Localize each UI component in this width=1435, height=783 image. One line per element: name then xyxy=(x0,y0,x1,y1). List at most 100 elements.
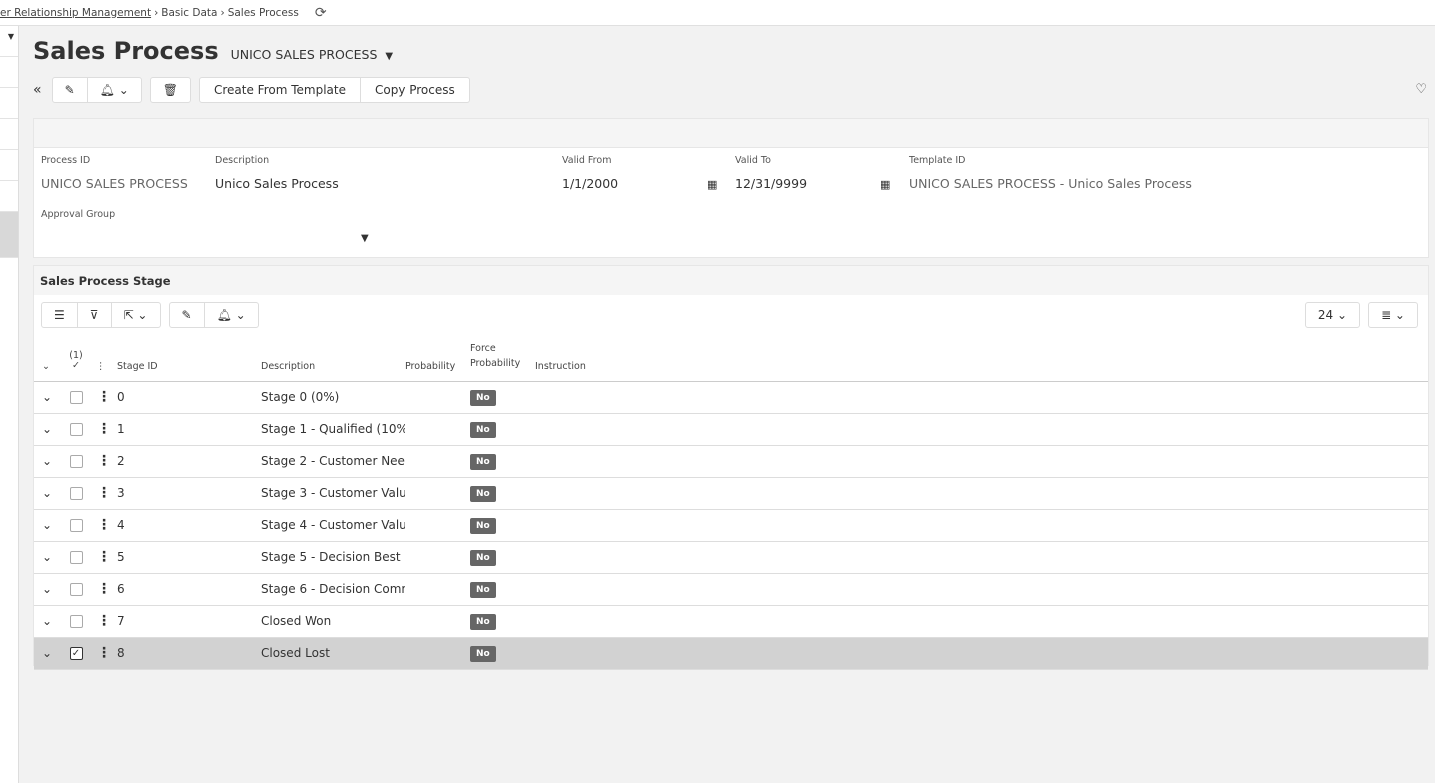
force-probability-badge: No xyxy=(470,613,496,630)
edit-row-button[interactable]: ✎ xyxy=(170,303,205,327)
column-description[interactable]: Description xyxy=(261,341,405,382)
select-all-checkbox[interactable]: (1) ✓ xyxy=(61,341,91,382)
valid-to-field[interactable]: Valid To 12/31/9999 xyxy=(735,155,807,191)
table-row[interactable]: ⌄ ⋮ 7 Closed Won No xyxy=(34,605,1428,638)
refresh-icon[interactable]: ⟳ xyxy=(315,5,327,21)
bell-menu-button[interactable]: 🔔︎ ⌄ xyxy=(88,78,141,102)
table-row[interactable]: ⌄ ✓ ⋮ 8 Closed Lost No xyxy=(34,637,1428,670)
value[interactable]: Unico Sales Process xyxy=(215,176,339,191)
value[interactable]: 1/1/2000 xyxy=(562,176,618,191)
row-menu-icon[interactable]: ⋮ xyxy=(97,453,111,469)
calendar-icon[interactable]: ▦ xyxy=(880,178,890,191)
table-row[interactable]: ⌄ ⋮ 4 Stage 4 - Customer Value No xyxy=(34,509,1428,542)
force-probability-badge: No xyxy=(470,421,496,438)
row-menu-icon[interactable]: ⋮ xyxy=(97,389,111,405)
valid-from-field[interactable]: Valid From 1/1/2000 xyxy=(562,155,618,191)
column-instruction[interactable]: Instruction xyxy=(535,341,1428,382)
approval-group-dropdown-icon[interactable]: ▼ xyxy=(361,233,369,244)
probability-cell xyxy=(405,509,470,542)
column-menu-icon[interactable]: ⋮ xyxy=(91,341,117,382)
row-menu-icon[interactable]: ⋮ xyxy=(97,581,111,597)
force-probability-badge: No xyxy=(470,453,496,470)
description-cell: Closed Won xyxy=(261,605,405,638)
table-row[interactable]: ⌄ ⋮ 3 Stage 3 - Customer Value No xyxy=(34,477,1428,510)
export-menu-button[interactable]: ⇱ ⌄ xyxy=(112,303,160,327)
row-menu-icon[interactable]: ⋮ xyxy=(97,613,111,629)
description-cell: Stage 3 - Customer Value xyxy=(261,477,405,510)
column-force-probability[interactable]: Force Probability xyxy=(470,341,535,382)
row-menu-icon[interactable]: ⋮ xyxy=(97,549,111,565)
row-checkbox[interactable] xyxy=(69,519,83,532)
value[interactable]: 12/31/9999 xyxy=(735,176,807,191)
sidebar-dropdown-icon[interactable]: ▼ xyxy=(0,26,18,57)
table-row[interactable]: ⌄ ⋮ 0 Stage 0 (0%) No xyxy=(34,381,1428,414)
instruction-cell xyxy=(535,445,1428,478)
expand-row-icon[interactable]: ⌄ xyxy=(34,573,61,606)
edit-button[interactable]: ✎ xyxy=(53,78,88,102)
expand-row-icon[interactable]: ⌄ xyxy=(34,541,61,574)
row-checkbox[interactable] xyxy=(69,487,83,500)
probability-cell xyxy=(405,573,470,606)
probability-cell xyxy=(405,413,470,446)
table-row[interactable]: ⌄ ⋮ 5 Stage 5 - Decision Best Ca No xyxy=(34,541,1428,574)
description-cell: Stage 5 - Decision Best Ca xyxy=(261,541,405,574)
table-row[interactable]: ⌄ ⋮ 6 Stage 6 - Decision Comm No xyxy=(34,573,1428,606)
breadcrumb-basic-data: Basic Data xyxy=(161,6,218,19)
delete-button[interactable]: 🗑︎ xyxy=(151,78,190,102)
layout-menu-button[interactable]: ≣ ⌄ xyxy=(1369,303,1417,327)
row-checkbox[interactable] xyxy=(69,583,83,596)
probability-cell xyxy=(405,637,470,670)
row-checkbox[interactable] xyxy=(69,391,83,404)
expand-row-icon[interactable]: ⌄ xyxy=(34,605,61,638)
expand-row-icon[interactable]: ⌄ xyxy=(34,477,61,510)
caret-down-icon[interactable]: ▼ xyxy=(385,51,393,62)
column-probability[interactable]: Probability xyxy=(405,341,470,382)
description-cell: Closed Lost xyxy=(261,637,405,670)
table-row[interactable]: ⌄ ⋮ 1 Stage 1 - Qualified (10%) No xyxy=(34,413,1428,446)
copy-process-button[interactable]: Copy Process xyxy=(361,78,469,102)
table-row[interactable]: ⌄ ⋮ 2 Stage 2 - Customer Need No xyxy=(34,445,1428,478)
sales-process-stage-grid: Sales Process Stage ☰ ⊽ ⇱ ⌄ ✎ 🔔︎ ⌄ 24 ⌄ ≣ ⌄… xyxy=(33,265,1429,670)
description-cell: Stage 4 - Customer Value xyxy=(261,509,405,542)
create-from-template-button[interactable]: Create From Template xyxy=(200,78,361,102)
list-icon[interactable]: ☰ xyxy=(42,303,78,327)
expand-row-icon[interactable]: ⌄ xyxy=(34,637,61,670)
expand-row-icon[interactable]: ⌄ xyxy=(34,509,61,542)
record-selector[interactable]: UNICO SALES PROCESS xyxy=(231,47,378,62)
expand-row-icon[interactable]: ⌄ xyxy=(34,381,61,414)
grid-toolbar-right: 24 ⌄ ≣ ⌄ xyxy=(1304,302,1418,328)
favorite-heart-icon[interactable]: ♡ xyxy=(1415,82,1427,97)
approval-group-field[interactable]: Approval Group xyxy=(41,209,371,230)
row-checkbox[interactable]: ✓ xyxy=(69,647,83,660)
description-cell: Stage 1 - Qualified (10%) xyxy=(261,413,405,446)
bell-menu-button[interactable]: 🔔︎ ⌄ xyxy=(205,303,258,327)
description-cell: Stage 0 (0%) xyxy=(261,381,405,414)
sidebar-item-selected[interactable] xyxy=(0,212,18,258)
expand-all-icon[interactable]: ⌄ xyxy=(34,341,61,382)
row-menu-icon[interactable]: ⋮ xyxy=(97,485,111,501)
expand-row-icon[interactable]: ⌄ xyxy=(34,445,61,478)
description-cell: Stage 6 - Decision Comm xyxy=(261,573,405,606)
row-checkbox[interactable] xyxy=(69,455,83,468)
expand-row-icon[interactable]: ⌄ xyxy=(34,413,61,446)
stage-id-cell: 6 xyxy=(117,573,261,606)
row-checkbox[interactable] xyxy=(69,551,83,564)
filter-icon[interactable]: ⊽ xyxy=(78,303,112,327)
page-title: Sales Process xyxy=(33,37,219,65)
label: Description xyxy=(215,155,270,166)
toolbar: « ✎ 🔔︎ ⌄ 🗑︎ Create From Template Copy Proc… xyxy=(33,77,470,103)
row-checkbox[interactable] xyxy=(69,423,83,436)
row-menu-icon[interactable]: ⋮ xyxy=(97,421,111,437)
selected-count: (1) xyxy=(69,349,83,361)
collapse-icon[interactable]: « xyxy=(33,82,42,98)
breadcrumb-crm[interactable]: er Relationship Management xyxy=(0,7,151,19)
row-menu-icon[interactable]: ⋮ xyxy=(97,517,111,533)
page-size-select[interactable]: 24 ⌄ xyxy=(1306,303,1359,327)
row-menu-icon[interactable]: ⋮ xyxy=(97,645,111,661)
description-field[interactable]: Description Unico Sales Process xyxy=(215,155,339,191)
instruction-cell xyxy=(535,605,1428,638)
probability-cell xyxy=(405,541,470,574)
calendar-icon[interactable]: ▦ xyxy=(707,178,717,191)
column-stage-id[interactable]: Stage ID xyxy=(117,341,261,382)
row-checkbox[interactable] xyxy=(69,615,83,628)
